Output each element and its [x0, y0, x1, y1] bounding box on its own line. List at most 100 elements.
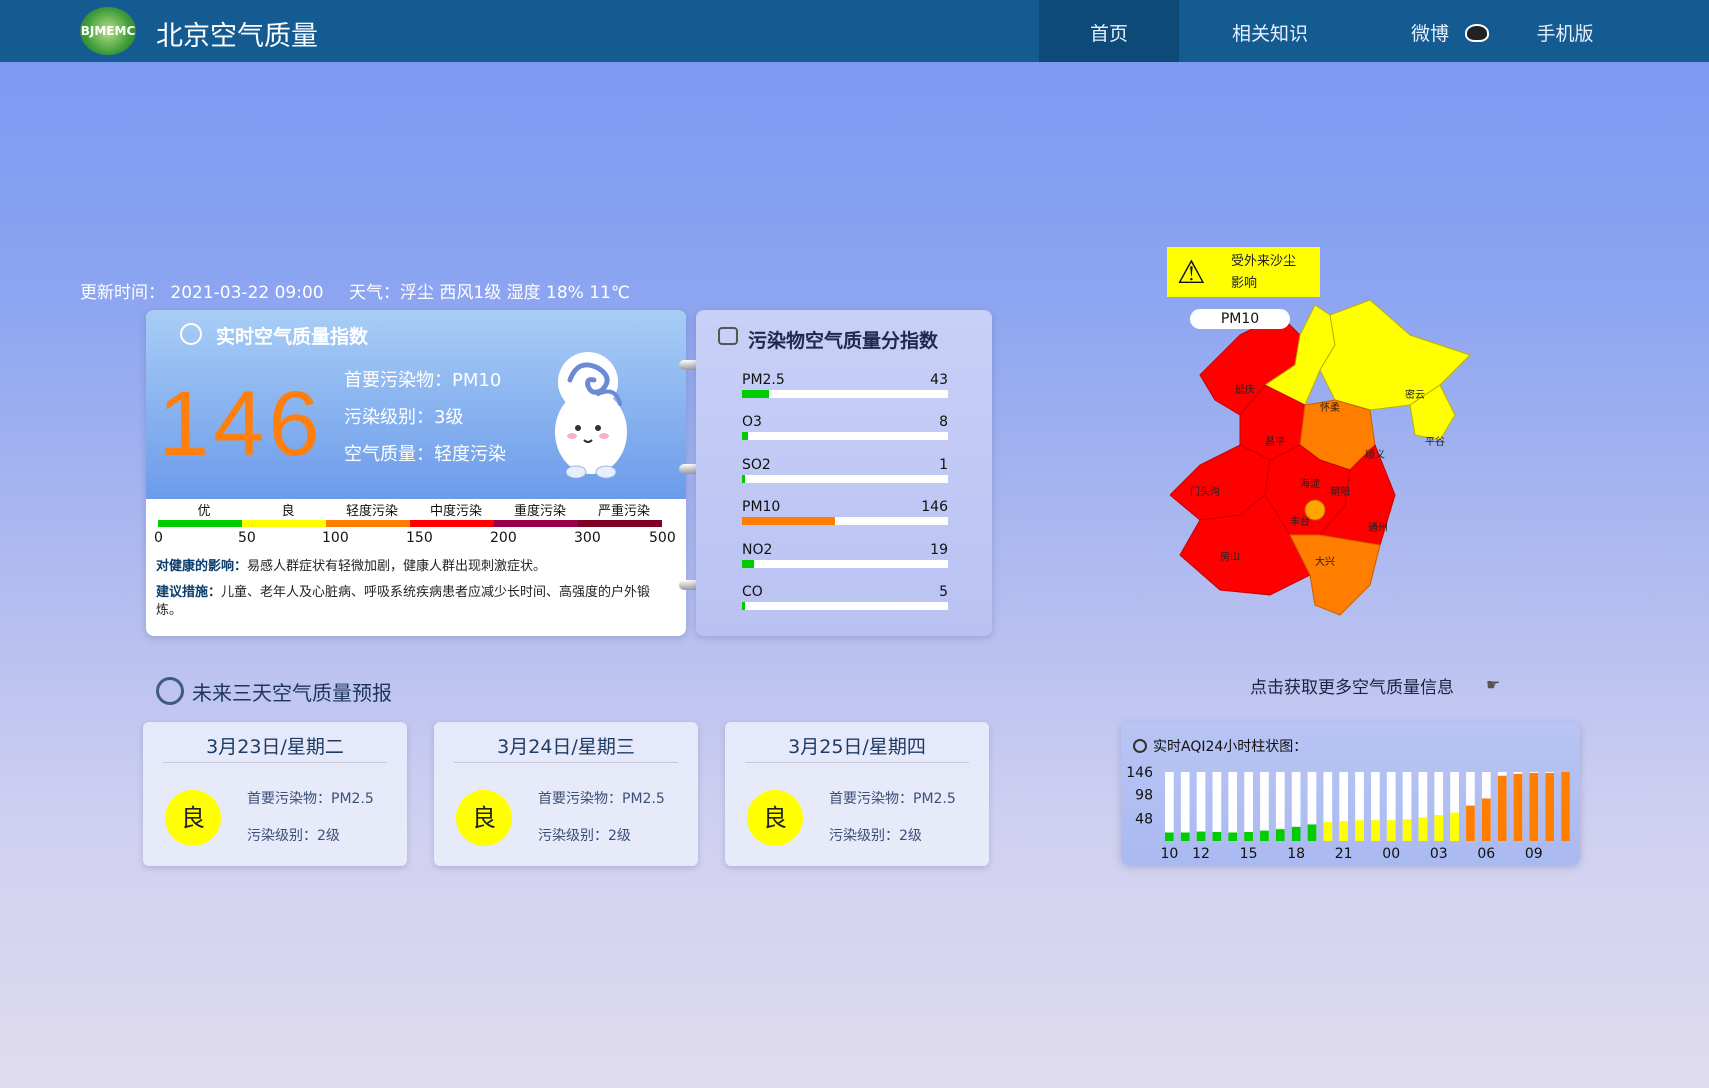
scale-num-200: 200: [490, 530, 517, 546]
chart-bar-background: [1165, 772, 1174, 841]
pollutant-bar-fill: [742, 517, 835, 525]
pollutant-value: 1: [939, 457, 948, 473]
nav-mobile[interactable]: 手机版: [1515, 0, 1615, 62]
pollutant-value: 8: [939, 414, 948, 430]
pollutant-value: 5: [939, 584, 948, 600]
warning-text: 受外来沙尘 影响: [1231, 251, 1296, 295]
beijing-district-map[interactable]: 延庆 怀柔 密云 平谷 昌平 顺义 门头沟 海淀 朝阳 丰台 通州 房山 大兴: [1170, 295, 1570, 660]
map-label: 丰台: [1290, 515, 1310, 528]
chart-bar-background: [1244, 772, 1253, 841]
chart-bar: [1513, 773, 1523, 841]
chart-bar: [1371, 820, 1380, 841]
chart-bar: [1386, 820, 1396, 841]
scale-label-excellent: 优: [197, 504, 211, 519]
more-info-link[interactable]: 点击获取更多空气质量信息: [1250, 673, 1454, 698]
chart-bar: [1402, 819, 1412, 841]
pollutant-bar-track: [742, 560, 948, 568]
aqi-header-area: 实时空气质量指数 146 首要污染物：PM10 污染级别：3级 空气质量：轻度污…: [146, 310, 686, 499]
pollutant-name: PM2.5: [742, 372, 785, 388]
pollutant-row: O3 8: [742, 414, 948, 444]
logo-text: BJMEMC: [80, 24, 136, 38]
pollutant-row: PM2.5 43: [742, 372, 948, 402]
x-tick-label: 18: [1287, 846, 1305, 862]
y-tick-label: 98: [1135, 788, 1153, 804]
forecast-card[interactable]: 3月24日/星期三 良 首要污染物：PM2.5 污染级别：2级: [434, 722, 698, 866]
clock-icon: [156, 677, 184, 705]
chart-bar: [1481, 798, 1491, 841]
chart-bar-background: [1228, 772, 1238, 841]
chart-bar: [1561, 772, 1570, 841]
forecast-level: 污染级别：2级: [247, 828, 340, 844]
pollutant-bar-track: [742, 517, 948, 525]
scale-bar-good: [242, 520, 326, 527]
chart-bar-background: [1212, 772, 1222, 841]
scale-label-moderate: 中度污染: [429, 504, 482, 519]
divider: [163, 762, 387, 763]
chart-bar: [1466, 805, 1475, 841]
nav-knowledge[interactable]: 相关知识: [1200, 0, 1340, 62]
air-quality-text: 空气质量：轻度污染: [344, 444, 506, 465]
pollutant-value: 146: [921, 499, 948, 515]
pollutant-name: CO: [742, 584, 763, 600]
scale-bar-excellent: [158, 520, 242, 527]
chart-bar: [1418, 817, 1428, 841]
map-label: 密云: [1405, 388, 1425, 401]
pollutant-row: NO2 19: [742, 542, 948, 572]
grid-icon: [718, 327, 738, 345]
aqi-title-icon: [180, 323, 202, 345]
scale-label-severe: 严重污染: [597, 504, 650, 519]
scale-bar-severe: [578, 520, 662, 527]
update-info: 更新时间： 2021-03-22 09:00 天气：浮尘 西风1级 湿度 18%…: [80, 278, 650, 303]
chart-bar: [1228, 832, 1238, 841]
nav-weibo[interactable]: 微博: [1390, 0, 1470, 62]
scale-num-100: 100: [322, 530, 349, 546]
map-label: 顺义: [1365, 449, 1385, 461]
chart-bar: [1165, 832, 1174, 841]
x-tick-label: 09: [1525, 846, 1543, 862]
primary-pollutant: 首要污染物：PM10: [344, 370, 502, 391]
chart-bar: [1212, 832, 1222, 841]
warning-line-2: 影响: [1231, 276, 1258, 291]
forecast-primary: 首要污染物：PM2.5: [538, 791, 665, 807]
health-impact-text: 易感人群症状有轻微加剧，健康人群出现刺激症状。: [247, 559, 547, 574]
map-label: 房山: [1220, 550, 1240, 563]
pollutant-pill[interactable]: PM10: [1190, 309, 1290, 329]
advice-text: 儿童、老年人及心脏病、呼吸系统疾病患者应减少长时间、高强度的户外锻炼。: [156, 585, 651, 618]
site-title[interactable]: 北京空气质量: [156, 14, 318, 53]
warning-triangle-icon: ⚠: [1177, 253, 1206, 291]
forecast-level: 污染级别：2级: [538, 828, 631, 844]
divider: [454, 762, 678, 763]
forecast-grade-badge: 良: [456, 790, 512, 846]
bjmemc-logo[interactable]: BJMEMC: [80, 7, 136, 55]
y-tick-label: 48: [1135, 811, 1153, 827]
forecast-date: 3月25日/星期四: [788, 736, 926, 758]
pollutant-name: NO2: [742, 542, 773, 558]
map-label: 平谷: [1425, 436, 1445, 448]
pointer-hand-icon[interactable]: ☛: [1486, 675, 1500, 694]
x-tick-label: 21: [1335, 846, 1353, 862]
chart-bar: [1291, 826, 1301, 841]
chart-bar: [1244, 832, 1253, 841]
forecast-card[interactable]: 3月23日/星期二 良 首要污染物：PM2.5 污染级别：2级: [143, 722, 407, 866]
nav-home[interactable]: 首页: [1039, 0, 1179, 62]
chart-bar: [1450, 812, 1459, 841]
pollutant-index-panel: 污染物空气质量分指数 PM2.5 43 O3 8 SO2 1 PM10 146 NO2 19 CO 5: [696, 310, 992, 636]
scale-bar-heavy: [494, 520, 578, 527]
forecast-date: 3月24日/星期三: [497, 736, 635, 758]
pollutant-name: SO2: [742, 457, 771, 473]
mascot-icon: [555, 352, 627, 479]
warning-line-1: 受外来沙尘: [1231, 254, 1297, 269]
chart-bar: [1497, 775, 1507, 841]
pollutant-bar-track: [742, 432, 948, 440]
map-label: 朝阳: [1330, 486, 1350, 498]
dust-warning: ⚠ 受外来沙尘 影响: [1167, 247, 1320, 297]
scale-num-0: 0: [154, 530, 163, 546]
pollutant-bar-fill: [742, 602, 745, 610]
map-label: 怀柔: [1320, 402, 1340, 414]
aqi-value: 146: [158, 373, 324, 475]
weibo-icon[interactable]: [1465, 24, 1489, 42]
pollutant-name: PM10: [742, 499, 781, 515]
forecast-card[interactable]: 3月25日/星期四 良 首要污染物：PM2.5 污染级别：2级: [725, 722, 989, 866]
x-tick-label: 06: [1477, 846, 1495, 862]
x-tick-label: 15: [1240, 846, 1258, 862]
